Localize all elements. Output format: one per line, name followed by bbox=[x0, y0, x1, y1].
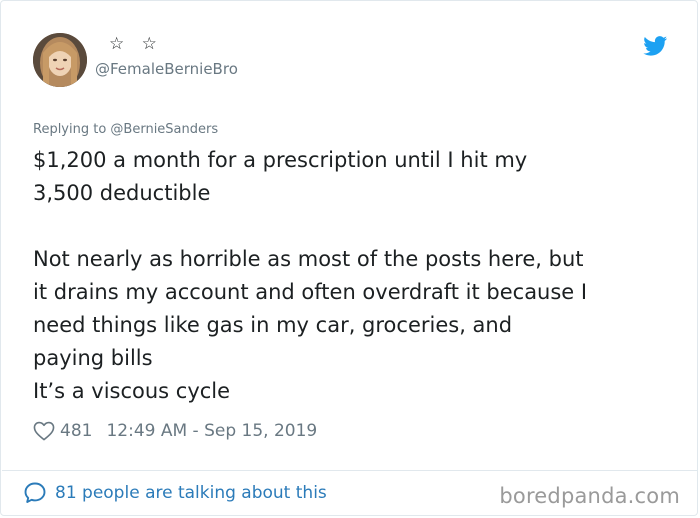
talking-label[interactable]: 81 people are talking about this bbox=[55, 483, 327, 503]
tweet-paragraph-spacer bbox=[33, 210, 673, 243]
watermark: boredpanda.com bbox=[499, 484, 680, 508]
display-name-stars[interactable]: ☆ ☆ bbox=[109, 34, 163, 54]
talking-link[interactable]: 81 people are talking about this bbox=[23, 481, 327, 505]
avatar-image bbox=[33, 33, 87, 87]
tweet-paragraph-1: $1,200 a month for a prescription until … bbox=[33, 148, 528, 205]
footer-divider bbox=[2, 470, 698, 471]
tweet-paragraph-2: Not nearly as horrible as most of the po… bbox=[33, 247, 588, 403]
heart-outline-icon[interactable] bbox=[33, 421, 55, 441]
timestamp[interactable]: 12:49 AM - Sep 15, 2019 bbox=[106, 421, 317, 441]
tweet-card: ☆ ☆ @FemaleBernieBro Replying to @Bernie… bbox=[0, 0, 698, 516]
tweet-text: $1,200 a month for a prescription until … bbox=[33, 144, 673, 408]
twitter-bird-icon[interactable] bbox=[643, 36, 668, 56]
avatar[interactable] bbox=[33, 33, 87, 87]
speech-bubble-icon bbox=[24, 482, 46, 503]
user-handle[interactable]: @FemaleBernieBro bbox=[95, 59, 238, 79]
like-count[interactable]: 481 bbox=[60, 421, 92, 441]
tweet-meta: 481 12:49 AM - Sep 15, 2019 bbox=[33, 419, 317, 443]
replying-to[interactable]: Replying to @BernieSanders bbox=[33, 121, 218, 139]
